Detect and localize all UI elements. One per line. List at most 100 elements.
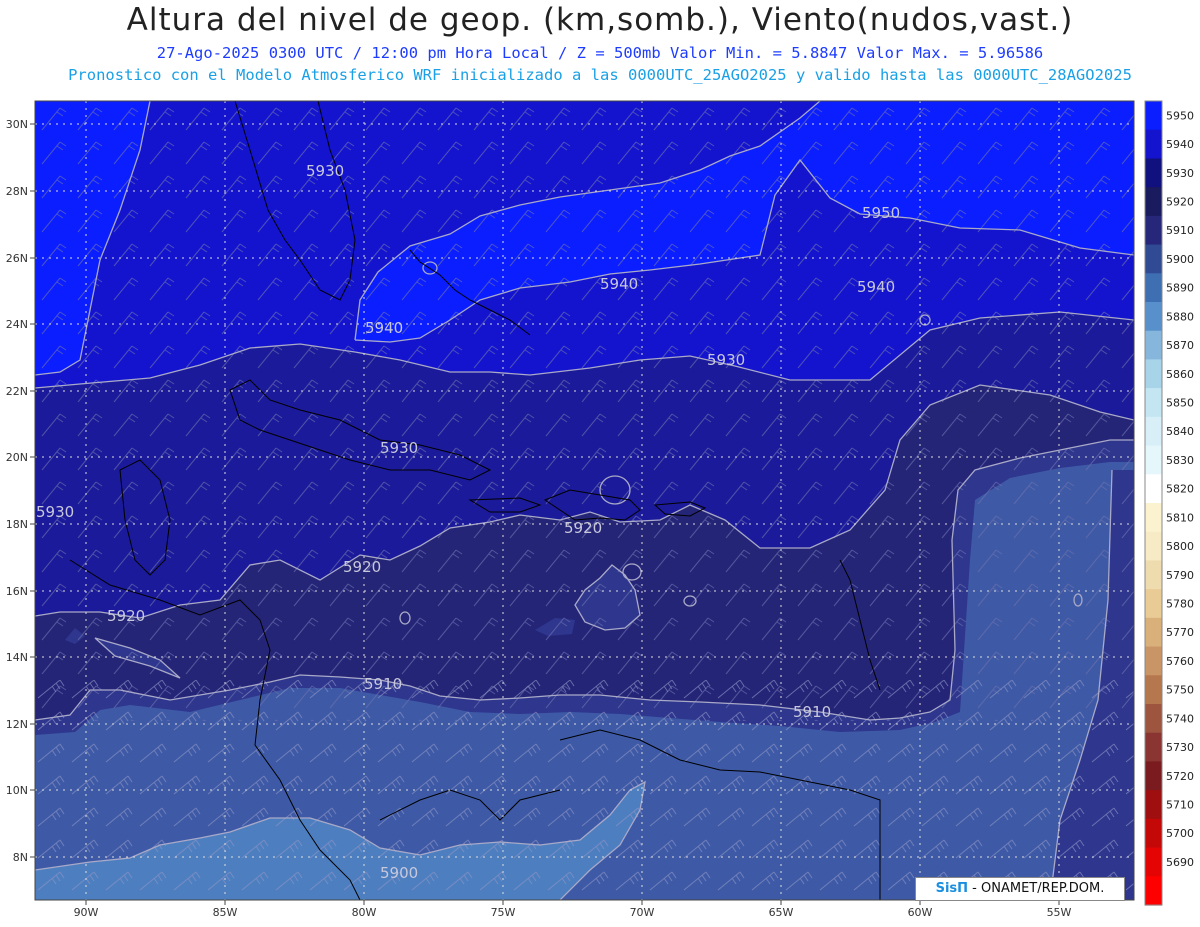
lon-ticks — [85, 900, 1060, 905]
colorbar-label: 5900 — [1166, 253, 1194, 266]
contour-label: 5910 — [793, 703, 831, 721]
colorbar-swatch — [1145, 129, 1162, 160]
colorbar-swatch — [1145, 761, 1162, 791]
lat-tick-label: 16N — [6, 585, 28, 598]
forecast-map: 5930 5950 5940 5940 5940 5930 5930 5930 … — [6, 100, 1194, 919]
lat-ticks — [30, 123, 35, 858]
plot-area: 5930 5950 5940 5940 5940 5930 5930 5930 … — [35, 101, 1134, 900]
contour-label: 5940 — [365, 319, 403, 337]
contour-label: 5900 — [380, 864, 418, 882]
lat-tick-label: 14N — [6, 651, 28, 664]
lat-tick-label: 20N — [6, 451, 28, 464]
colorbar-swatch — [1145, 187, 1162, 217]
colorbar-label: 5950 — [1166, 109, 1194, 122]
colorbar-swatch — [1145, 732, 1162, 763]
lon-tick-label: 80W — [352, 906, 377, 919]
colorbar-swatch — [1145, 388, 1162, 418]
colorbar-swatch — [1145, 617, 1162, 648]
colorbar-label: 5830 — [1166, 454, 1194, 467]
lon-axis: 90W 85W 80W 75W 70W 65W 60W 55W — [74, 906, 1072, 919]
contour-label: 5930 — [36, 503, 74, 521]
contour-label: 5920 — [343, 558, 381, 576]
colorbar-label: 5800 — [1166, 540, 1194, 553]
colorbar-swatch — [1145, 704, 1162, 734]
colorbar-label: 5720 — [1166, 770, 1194, 783]
colorbar-swatch — [1145, 416, 1162, 447]
colorbar-label: 5890 — [1166, 282, 1194, 295]
colorbar-label: 5750 — [1166, 684, 1194, 697]
colorbar-swatch — [1145, 101, 1162, 131]
colorbar-swatch — [1145, 876, 1162, 906]
lon-tick-label: 65W — [769, 906, 794, 919]
colorbar-label: 5810 — [1166, 511, 1194, 524]
lat-tick-label: 30N — [6, 118, 28, 131]
lat-tick-label: 24N — [6, 318, 28, 331]
colorbar-swatch — [1145, 445, 1162, 475]
contour-label: 5930 — [306, 162, 344, 180]
colorbar-swatch — [1145, 273, 1162, 303]
contour-label: 5950 — [862, 204, 900, 222]
colorbar-swatch — [1145, 646, 1162, 676]
colorbar-label: 5690 — [1166, 856, 1194, 869]
lat-tick-label: 8N — [13, 851, 28, 864]
lon-tick-label: 85W — [213, 906, 238, 919]
lat-tick-label: 22N — [6, 385, 28, 398]
lat-axis: 30N 28N 26N 24N 22N 20N 18N 16N 14N 12N … — [6, 118, 28, 864]
colorbar-label: 5840 — [1166, 425, 1194, 438]
colorbar-swatch — [1145, 215, 1162, 246]
colorbar-swatch — [1145, 474, 1162, 504]
colorbar-label: 5790 — [1166, 569, 1194, 582]
lat-tick-label: 18N — [6, 518, 28, 531]
contour-label: 5940 — [857, 278, 895, 296]
lat-tick-label: 12N — [6, 718, 28, 731]
colorbar-swatch — [1145, 531, 1162, 562]
contour-label: 5920 — [107, 607, 145, 625]
colorbar-label: 5770 — [1166, 626, 1194, 639]
colorbar-label: 5940 — [1166, 138, 1194, 151]
colorbar-label: 5760 — [1166, 655, 1194, 668]
colorbar-swatch — [1145, 675, 1162, 705]
contour-label: 5940 — [600, 275, 638, 293]
model-info-subtitle: Pronostico con el Modelo Atmosferico WRF… — [68, 66, 1132, 84]
sispi-logo: SisΠ — [935, 881, 969, 896]
lon-tick-label: 60W — [908, 906, 933, 919]
lat-tick-label: 28N — [6, 185, 28, 198]
contour-label: 5930 — [707, 351, 745, 369]
contour-label: 5920 — [564, 519, 602, 537]
lon-tick-label: 75W — [491, 906, 516, 919]
colorbar-swatch — [1145, 330, 1162, 361]
forecast-time-subtitle: 27-Ago-2025 0300 UTC / 12:00 pm Hora Loc… — [156, 44, 1044, 62]
wind-barbs-south — [35, 680, 1134, 900]
colorbar-swatch — [1145, 359, 1162, 389]
lon-tick-label: 90W — [74, 906, 99, 919]
credit-org: - ONAMET/REP.DOM. — [968, 881, 1105, 896]
colorbar-label: 5820 — [1166, 483, 1194, 496]
chart-title: Altura del nivel de geop. (km,somb.), Vi… — [126, 2, 1074, 38]
colorbar-label: 5700 — [1166, 827, 1194, 840]
colorbar-swatch — [1145, 847, 1162, 877]
contour-label: 5930 — [380, 439, 418, 457]
colorbar-label: 5710 — [1166, 799, 1194, 812]
lon-tick-label: 70W — [630, 906, 655, 919]
colorbar-swatch — [1145, 589, 1162, 619]
colorbar-label: 5860 — [1166, 368, 1194, 381]
lon-tick-label: 55W — [1047, 906, 1072, 919]
colorbar-label: 5740 — [1166, 712, 1194, 725]
colorbar-swatch — [1145, 503, 1162, 533]
colorbar-label: 5780 — [1166, 598, 1194, 611]
colorbar-label: 5850 — [1166, 397, 1194, 410]
colorbar-label: 5870 — [1166, 339, 1194, 352]
credit-box: SisΠ - ONAMET/REP.DOM. — [915, 877, 1125, 901]
colorbar-swatch — [1145, 790, 1162, 820]
colorbar-label: 5920 — [1166, 196, 1194, 209]
colorbar-swatch — [1145, 244, 1162, 274]
colorbar-label: 5930 — [1166, 167, 1194, 180]
colorbar-label: 5730 — [1166, 741, 1194, 754]
colorbar-swatch — [1145, 818, 1162, 849]
colorbar-label: 5910 — [1166, 224, 1194, 237]
contour-label: 5910 — [364, 675, 402, 693]
colorbar-swatch — [1145, 560, 1162, 590]
colorbar-swatch — [1145, 302, 1162, 332]
lat-tick-label: 26N — [6, 252, 28, 265]
colorbar: 5950 5940 5930 5920 5910 5900 5890 5880 5870 5860… — [1144, 100, 1194, 906]
